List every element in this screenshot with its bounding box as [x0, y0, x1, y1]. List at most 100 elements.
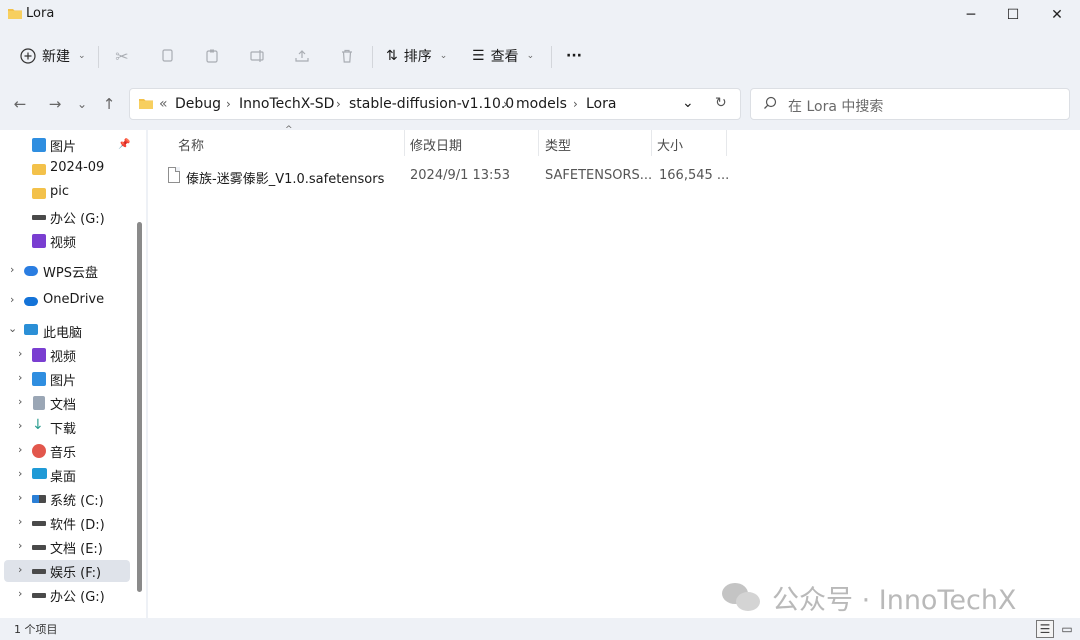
- chevron-right-icon[interactable]: ›: [573, 97, 578, 111]
- chevron-down-icon[interactable]: ⌄: [8, 322, 17, 335]
- chevron-right-icon[interactable]: ›: [18, 467, 22, 480]
- chevron-right-icon[interactable]: ›: [336, 97, 341, 111]
- table-row[interactable]: 傣族-迷雾傣影_V1.0.safetensors 2024/9/1 13:53 …: [148, 164, 1080, 188]
- chevron-right-icon[interactable]: ›: [18, 515, 22, 528]
- maximize-button[interactable]: ☐: [990, 0, 1036, 30]
- recent-locations-button[interactable]: ⌄: [71, 94, 93, 114]
- rename-icon[interactable]: [246, 45, 268, 67]
- sidebar-item-desktop[interactable]: › 桌面: [0, 466, 146, 488]
- sidebar-item-drive-c[interactable]: › 系统 (C:): [0, 490, 146, 512]
- share-icon[interactable]: [291, 45, 313, 67]
- chevron-right-icon[interactable]: ›: [18, 539, 22, 552]
- breadcrumb-item[interactable]: InnoTechX-SD: [239, 96, 334, 112]
- sidebar-item-label: 此电脑: [43, 326, 83, 341]
- breadcrumb-overflow[interactable]: «: [159, 96, 168, 112]
- column-header-type[interactable]: 类型: [545, 135, 571, 154]
- separator: [551, 46, 552, 68]
- up-button[interactable]: ↑: [98, 94, 120, 114]
- paste-icon[interactable]: [201, 45, 223, 67]
- view-button[interactable]: ☰ 查看 ⌄: [472, 42, 534, 70]
- column-divider[interactable]: [404, 130, 405, 156]
- back-button[interactable]: ←: [9, 94, 31, 114]
- breadcrumb-item[interactable]: Debug: [175, 96, 221, 112]
- sidebar-item-documents[interactable]: › 文档: [0, 394, 146, 416]
- sidebar-item-pic[interactable]: pic: [0, 184, 146, 206]
- search-box[interactable]: 在 Lora 中搜索: [750, 88, 1070, 120]
- chevron-right-icon[interactable]: ›: [18, 587, 22, 600]
- sidebar-item-label: 桌面: [50, 470, 77, 485]
- file-name: 傣族-迷雾傣影_V1.0.safetensors: [186, 172, 385, 187]
- close-button[interactable]: ✕: [1034, 0, 1080, 30]
- chevron-right-icon[interactable]: ›: [18, 491, 22, 504]
- sidebar-item-label: WPS云盘: [43, 266, 98, 281]
- pin-icon[interactable]: 📌: [118, 139, 130, 150]
- sidebar-item-label: 图片: [50, 140, 77, 155]
- sort-button[interactable]: ⇅ 排序 ⌄: [386, 42, 447, 70]
- minimize-button[interactable]: ─: [948, 0, 994, 30]
- new-button[interactable]: 新建 ⌄: [20, 42, 86, 70]
- chevron-right-icon[interactable]: ›: [18, 419, 22, 432]
- chevron-right-icon[interactable]: ›: [503, 97, 508, 111]
- chevron-right-icon[interactable]: ›: [18, 563, 22, 576]
- sidebar-item-videos[interactable]: 视频: [0, 232, 146, 254]
- delete-icon[interactable]: [336, 45, 358, 67]
- sidebar-item-this-pc[interactable]: ⌄ 此电脑: [0, 322, 146, 344]
- watermark: 公众号 · InnoTechX: [722, 578, 1016, 617]
- column-divider[interactable]: [538, 130, 539, 156]
- drive-icon: [32, 215, 46, 220]
- title-bar[interactable]: Lora ─ ☐ ✕: [0, 0, 1080, 30]
- column-header-modified[interactable]: 修改日期: [410, 135, 462, 154]
- chevron-right-icon[interactable]: ›: [18, 371, 22, 384]
- sidebar-item-drive-d[interactable]: › 软件 (D:): [0, 514, 146, 536]
- sidebar-item-2024-09[interactable]: 2024-09: [0, 160, 146, 182]
- chevron-right-icon[interactable]: ›: [18, 395, 22, 408]
- sidebar-item-pictures[interactable]: 图片 📌: [0, 136, 146, 158]
- copy-icon[interactable]: [156, 45, 178, 67]
- sidebar-item-downloads[interactable]: › ↓ 下载: [0, 417, 146, 440]
- file-list-pane: ^ 名称 修改日期 类型 大小 傣族-迷雾傣影_V1.0.safetensors…: [148, 125, 1080, 618]
- search-input[interactable]: 在 Lora 中搜索: [788, 96, 883, 116]
- details-view-icon[interactable]: ☰: [1036, 620, 1054, 638]
- breadcrumb-item[interactable]: models: [516, 96, 567, 112]
- address-dropdown-button[interactable]: ⌄: [682, 95, 694, 111]
- sidebar-item-onedrive[interactable]: › OneDrive: [0, 292, 146, 314]
- sidebar-item-drive-e[interactable]: › 文档 (E:): [0, 538, 146, 560]
- breadcrumb-item[interactable]: stable-diffusion-v1.10.0: [349, 96, 514, 112]
- plus-circle-icon: [20, 48, 36, 64]
- sidebar-item-music[interactable]: › 音乐: [0, 442, 146, 464]
- column-header-name[interactable]: 名称: [178, 135, 204, 154]
- view-label: 查看: [490, 49, 519, 65]
- chevron-right-icon[interactable]: ›: [10, 293, 14, 306]
- file-type: SAFETENSORS...: [545, 168, 653, 183]
- column-divider[interactable]: [651, 130, 652, 156]
- pictures-icon: [32, 138, 46, 152]
- sidebar-item-wps-cloud[interactable]: › WPS云盘: [0, 262, 146, 284]
- refresh-button[interactable]: ↻: [715, 95, 727, 111]
- column-divider[interactable]: [726, 130, 727, 156]
- chevron-right-icon[interactable]: ›: [226, 97, 231, 111]
- wechat-icon: [722, 582, 762, 613]
- sidebar-item-pc-pictures[interactable]: › 图片: [0, 370, 146, 392]
- chevron-right-icon[interactable]: ›: [18, 347, 22, 360]
- column-header-size[interactable]: 大小: [657, 135, 683, 154]
- address-bar[interactable]: « Debug › InnoTechX-SD › stable-diffusio…: [129, 88, 741, 120]
- file-icon: [168, 167, 180, 183]
- music-icon: [32, 444, 46, 458]
- navigation-scrollbar[interactable]: [137, 222, 142, 592]
- window-title: Lora: [26, 6, 55, 21]
- folder-icon: [8, 9, 22, 19]
- sidebar-item-drive-g[interactable]: › 办公 (G:): [0, 586, 146, 608]
- chevron-right-icon[interactable]: ›: [18, 443, 22, 456]
- cut-icon[interactable]: ✂: [111, 45, 133, 67]
- view-list-icon: ☰: [472, 48, 485, 64]
- forward-button[interactable]: →: [44, 94, 66, 114]
- chevron-right-icon[interactable]: ›: [10, 263, 14, 276]
- search-icon: [764, 96, 777, 109]
- sidebar-item-pc-videos[interactable]: › 视频: [0, 346, 146, 368]
- large-icons-view-icon[interactable]: ▭: [1058, 620, 1076, 638]
- more-options-button[interactable]: ···: [566, 42, 582, 70]
- desktop-icon: [32, 468, 47, 479]
- sidebar-item-office-drive[interactable]: 办公 (G:): [0, 208, 146, 230]
- sidebar-item-drive-f[interactable]: › 娱乐 (F:): [0, 560, 146, 584]
- breadcrumb-item[interactable]: Lora: [586, 96, 616, 112]
